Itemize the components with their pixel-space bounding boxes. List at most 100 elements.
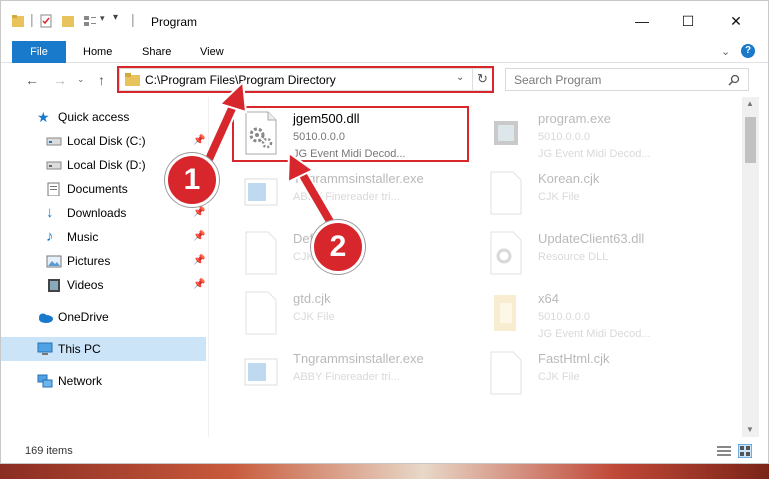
refresh-icon[interactable]: ↻ [477, 71, 488, 87]
onedrive-icon [39, 313, 53, 323]
tab-file[interactable]: File [12, 41, 66, 63]
file-type: CJK File [293, 311, 335, 323]
address-text[interactable]: C:\Program Files\Program Directory [145, 73, 336, 87]
file-item-x64-folder[interactable]: x64 5010.0.0.0 JG Event Midi Decod... [466, 283, 706, 343]
file-item-korean-cjk[interactable]: Korean.cjk CJK File [466, 163, 706, 223]
dll-gear-file-icon [245, 111, 277, 155]
properties-icon[interactable] [39, 14, 53, 28]
scroll-down-icon[interactable]: ▼ [746, 425, 754, 434]
tab-share[interactable]: Share [132, 41, 181, 63]
item-count: 169 items [25, 445, 73, 457]
ribbon-tabs: File Home Share View ⌄ ? [1, 41, 768, 63]
search-input[interactable]: Search Program [505, 68, 749, 91]
vertical-scrollbar[interactable]: ▲ ▼ [742, 97, 759, 437]
file-name: Korean.cjk [538, 171, 600, 186]
customize-toolbar-icon[interactable]: ▾ [113, 12, 118, 23]
navigation-pane: ★ Quick access Local Disk (C:) 📌 Local D… [1, 97, 208, 437]
blank-file-icon [490, 351, 522, 395]
star-icon: ★ [37, 109, 50, 125]
status-bar: 169 items [1, 437, 768, 463]
maximize-button[interactable]: ☐ [665, 1, 711, 41]
file-name: gtd.cjk [293, 291, 331, 306]
file-item-updateclient-dll[interactable]: UpdateClient63.dll Resource DLL [466, 223, 706, 283]
large-icons-view-icon[interactable] [738, 444, 752, 458]
file-description: ABBY Finereader tri... [293, 191, 400, 203]
file-item-installer-exe-2[interactable]: Tngrammsinstaller.exe ABBY Finereader tr… [221, 343, 461, 403]
minimize-button[interactable]: — [619, 1, 665, 41]
search-icon[interactable] [728, 74, 740, 86]
file-version: 5010.0.0.0 [293, 131, 345, 143]
file-item-gtd-cjk[interactable]: gtd.cjk CJK File [221, 283, 461, 343]
drive-icon [46, 137, 62, 146]
file-type: CJK File [538, 371, 580, 383]
view-options-icon[interactable] [83, 14, 97, 28]
pin-icon[interactable]: 📌 [193, 249, 205, 273]
address-dropdown-icon[interactable]: ⌄ [456, 72, 464, 83]
sidebar-item-local-disk-c[interactable]: Local Disk (C:) 📌 [1, 129, 206, 153]
back-arrow-icon[interactable]: ← [25, 72, 39, 88]
drive-icon [46, 161, 62, 170]
sidebar-item-pictures[interactable]: Pictures 📌 [1, 249, 206, 273]
file-item-jgem500[interactable]: jgem500.dll 5010.0.0.0 JG Event Midi Dec… [221, 103, 461, 163]
forward-arrow-icon[interactable]: → [53, 72, 67, 88]
file-name: Tngrammsinstaller.exe [293, 171, 424, 186]
file-name: jgem500.dll [293, 111, 360, 126]
expand-ribbon-icon[interactable]: ⌄ [721, 45, 730, 58]
scroll-up-icon[interactable]: ▲ [746, 99, 754, 108]
new-folder-icon[interactable] [61, 14, 75, 28]
blank-file-icon [245, 291, 277, 335]
file-description: JG Event Midi Decod... [538, 148, 651, 160]
pin-icon[interactable]: 📌 [193, 273, 205, 297]
step-badge-2: 2 [311, 220, 365, 274]
exe-file-icon [494, 121, 518, 145]
pin-icon[interactable]: 📌 [193, 129, 205, 153]
help-icon[interactable]: ? [741, 44, 755, 58]
file-item-fasthtml-cjk[interactable]: FastHtml.cjk CJK File [466, 343, 706, 403]
sidebar-item-videos[interactable]: Videos 📌 [1, 273, 206, 297]
separator: | [131, 11, 135, 27]
installer-file-icon [244, 358, 278, 386]
pin-icon[interactable]: 📌 [193, 225, 205, 249]
network-icon [37, 374, 53, 388]
pictures-icon [46, 255, 62, 268]
search-placeholder: Search Program [514, 73, 602, 87]
file-item-program-exe[interactable]: program.exe 5010.0.0.0 JG Event Midi Dec… [466, 103, 706, 163]
chevron-down-icon[interactable]: ▾ [100, 13, 105, 24]
file-name: Tngrammsinstaller.exe [293, 351, 424, 366]
blank-file-icon [490, 171, 522, 215]
navigation-bar: ← → ⌄ ↑ C:\Program Files\Program Directo… [1, 63, 768, 97]
tab-home[interactable]: Home [73, 41, 122, 63]
address-bar[interactable]: C:\Program Files\Program Directory ⌄ ↻ [119, 68, 493, 91]
file-name: program.exe [538, 111, 611, 126]
folder-file-icon [494, 295, 516, 331]
details-view-icon[interactable] [717, 445, 731, 457]
file-version: 5010.0.0.0 [538, 131, 590, 143]
close-button[interactable]: ✕ [713, 1, 759, 41]
folder-icon [125, 73, 140, 86]
title-bar: | ▾ ▾ | Program — ☐ ✕ [1, 1, 768, 41]
separator: | [30, 11, 34, 27]
documents-icon [47, 182, 60, 196]
sidebar-item-quick-access[interactable]: ★ Quick access [1, 105, 206, 129]
file-type: Resource DLL [538, 251, 609, 263]
file-type: CJK File [538, 191, 580, 203]
sidebar-item-downloads[interactable]: ↓ Downloads 📌 [1, 201, 206, 225]
file-item-installer-exe[interactable]: Tngrammsinstaller.exe ABBY Finereader tr… [221, 163, 461, 223]
folder-icon[interactable] [11, 14, 25, 28]
up-arrow-icon[interactable]: ↑ [98, 72, 105, 88]
sidebar-item-network[interactable]: Network [1, 369, 206, 393]
sidebar-item-this-pc[interactable]: This PC [1, 337, 206, 361]
file-version: 5010.0.0.0 [538, 311, 590, 323]
sidebar-item-onedrive[interactable]: OneDrive [1, 305, 206, 329]
file-description: ABBY Finereader tri... [293, 371, 400, 383]
pc-icon [37, 342, 53, 355]
recent-locations-icon[interactable]: ⌄ [77, 74, 85, 85]
tab-view[interactable]: View [190, 41, 234, 63]
blank-file-icon [245, 231, 277, 275]
dll-gear-file-icon [490, 231, 522, 275]
file-name: UpdateClient63.dll [538, 231, 645, 246]
sidebar-item-music[interactable]: ♪ Music 📌 [1, 225, 206, 249]
scrollbar-thumb[interactable] [745, 117, 756, 163]
downloads-icon: ↓ [46, 204, 54, 221]
window-title: Program [151, 15, 198, 29]
